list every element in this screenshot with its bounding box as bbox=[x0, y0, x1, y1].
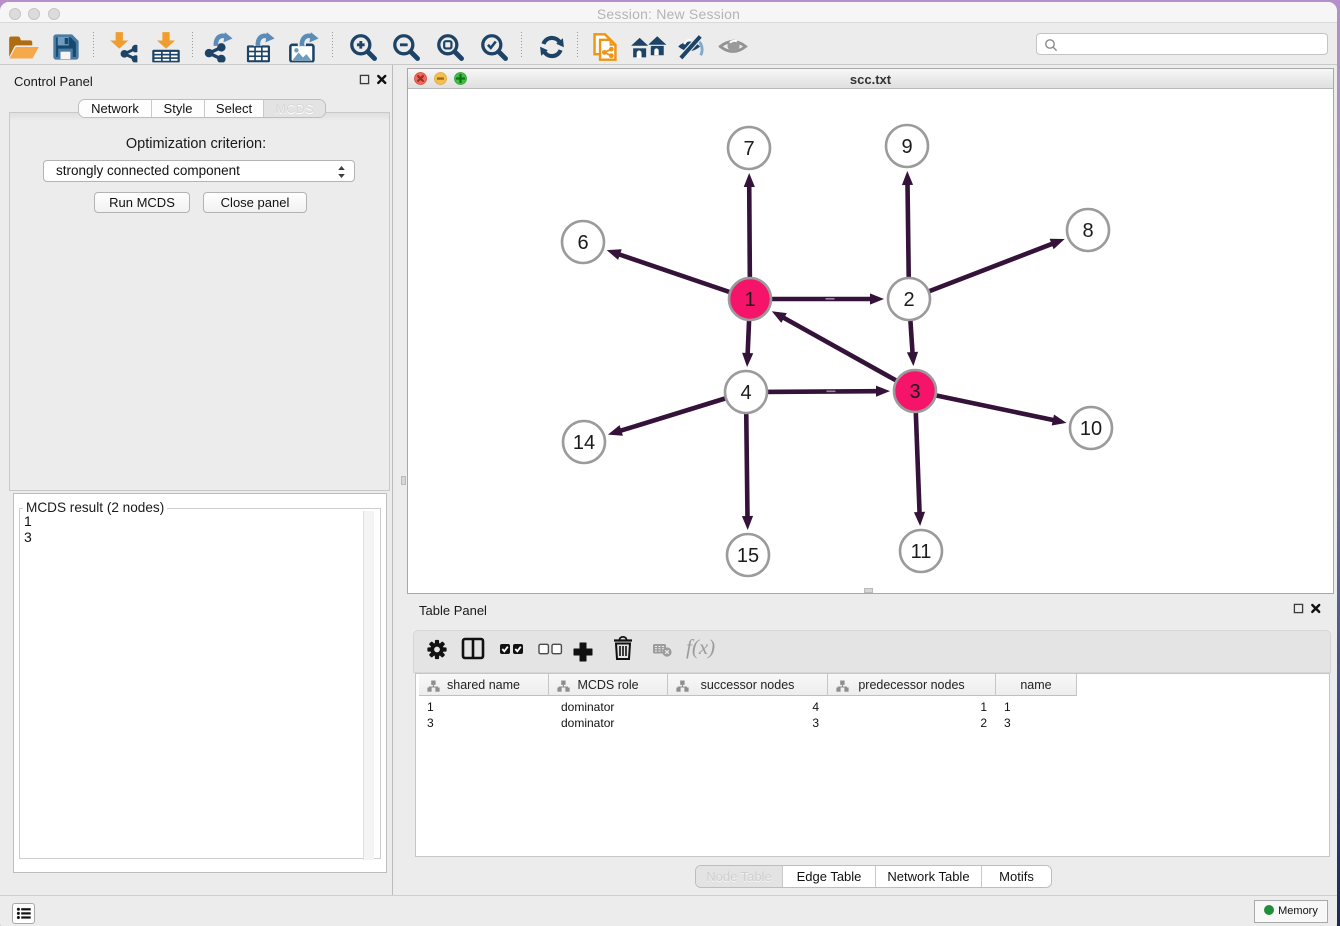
svg-text:3: 3 bbox=[909, 381, 920, 403]
svg-text:7: 7 bbox=[743, 138, 754, 160]
svg-text:9: 9 bbox=[901, 136, 912, 158]
svg-text:4: 4 bbox=[740, 382, 751, 404]
svg-text:15: 15 bbox=[737, 545, 759, 567]
svg-text:1: 1 bbox=[744, 289, 755, 311]
svg-text:11: 11 bbox=[911, 541, 932, 563]
svg-text:10: 10 bbox=[1080, 418, 1102, 440]
svg-text:8: 8 bbox=[1082, 220, 1093, 242]
svg-text:6: 6 bbox=[577, 232, 588, 254]
svg-text:14: 14 bbox=[573, 432, 595, 454]
svg-text:2: 2 bbox=[903, 289, 914, 311]
